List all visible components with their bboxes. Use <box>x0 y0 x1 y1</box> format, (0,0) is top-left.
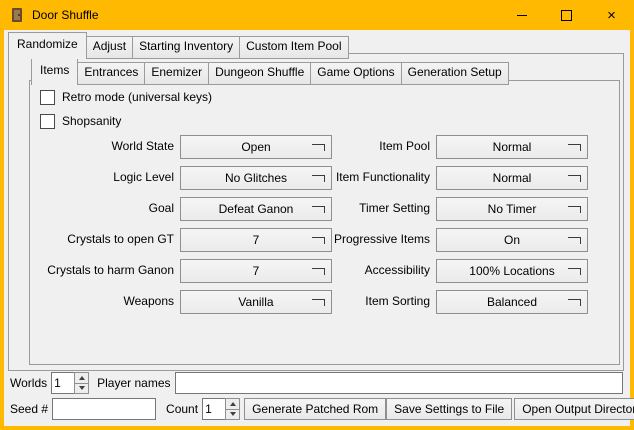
tab-items[interactable]: Items <box>31 58 78 85</box>
close-button[interactable]: × <box>589 0 634 30</box>
maximize-icon <box>561 10 572 21</box>
dropdown-timer-setting[interactable]: No Timer <box>436 197 588 221</box>
count-input[interactable] <box>202 398 225 420</box>
label-timer-setting: Timer Setting <box>290 197 430 219</box>
dropdown-value: 100% Locations <box>469 264 554 278</box>
spin-down-icon <box>230 412 236 416</box>
checkbox-label: Retro mode (universal keys) <box>62 90 212 104</box>
maximize-button[interactable] <box>544 0 589 30</box>
dropdown-accessibility[interactable]: 100% Locations <box>436 259 588 283</box>
spin-up-icon <box>79 376 85 380</box>
label-item-functionality: Item Functionality <box>290 166 430 188</box>
inner-tab-bar: Items Entrances Enemizer Dungeon Shuffle… <box>31 58 509 85</box>
label-goal: Goal <box>30 197 174 219</box>
checkbox-icon <box>40 90 55 105</box>
count-spin-down-button[interactable] <box>225 410 240 421</box>
dropdown-value: Balanced <box>487 295 537 309</box>
seed-input[interactable] <box>52 398 156 420</box>
client-area: Randomize Adjust Starting Inventory Cust… <box>4 30 630 426</box>
minimize-icon <box>517 15 527 16</box>
tab-enemizer[interactable]: Enemizer <box>144 62 209 85</box>
label-crystals-harm-ganon: Crystals to harm Ganon <box>30 259 174 281</box>
dropdown-indicator-icon <box>568 268 581 275</box>
dropdown-value: Defeat Ganon <box>219 202 294 216</box>
dropdown-value: Vanilla <box>238 295 273 309</box>
dropdown-value: No Timer <box>488 202 537 216</box>
worlds-spinner <box>51 372 89 394</box>
tab-entrances[interactable]: Entrances <box>77 62 145 85</box>
spin-down-icon <box>79 386 85 390</box>
tab-generation-setup[interactable]: Generation Setup <box>401 62 509 85</box>
tab-dungeon-shuffle[interactable]: Dungeon Shuffle <box>208 62 311 85</box>
label-logic-level: Logic Level <box>30 166 174 188</box>
tab-starting-inventory[interactable]: Starting Inventory <box>132 36 240 59</box>
dropdown-indicator-icon <box>568 175 581 182</box>
dropdown-item-pool[interactable]: Normal <box>436 135 588 159</box>
dropdown-value: Normal <box>493 171 532 185</box>
player-names-label: Player names <box>97 376 170 390</box>
worlds-spin-up-button[interactable] <box>74 372 89 384</box>
tab-custom-item-pool[interactable]: Custom Item Pool <box>239 36 348 59</box>
checkbox-shopsanity[interactable]: Shopsanity <box>40 113 121 129</box>
spin-up-icon <box>230 402 236 406</box>
generate-rom-button[interactable]: Generate Patched Rom <box>244 398 386 420</box>
count-spinner <box>202 398 240 420</box>
app-window: Door Shuffle × Randomize Adjust Starting… <box>0 0 634 430</box>
count-spin-up-button[interactable] <box>225 398 240 410</box>
player-names-input[interactable] <box>175 372 624 394</box>
checkbox-label: Shopsanity <box>62 114 121 128</box>
label-progressive-items: Progressive Items <box>290 228 430 250</box>
dropdown-item-sorting[interactable]: Balanced <box>436 290 588 314</box>
worlds-label: Worlds <box>10 376 47 390</box>
checkbox-retro-mode[interactable]: Retro mode (universal keys) <box>40 89 212 105</box>
dropdown-indicator-icon <box>568 237 581 244</box>
label-crystals-open-gt: Crystals to open GT <box>30 228 174 250</box>
dropdown-value: Normal <box>493 140 532 154</box>
label-accessibility: Accessibility <box>290 259 430 281</box>
open-output-directory-button[interactable]: Open Output Directory <box>514 398 634 420</box>
dropdown-value: On <box>504 233 520 247</box>
worlds-spin-down-button[interactable] <box>74 384 89 395</box>
tab-adjust[interactable]: Adjust <box>86 36 133 59</box>
tab-game-options[interactable]: Game Options <box>310 62 401 85</box>
save-settings-button[interactable]: Save Settings to File <box>386 398 512 420</box>
label-world-state: World State <box>30 135 174 157</box>
titlebar[interactable]: Door Shuffle × <box>0 0 634 30</box>
dropdown-value: 7 <box>253 233 260 247</box>
dropdown-value: Open <box>241 140 270 154</box>
dropdown-indicator-icon <box>568 206 581 213</box>
seed-label: Seed # <box>10 402 48 416</box>
tab-randomize[interactable]: Randomize <box>8 32 87 59</box>
dropdown-value: No Glitches <box>225 171 287 185</box>
items-panel: Retro mode (universal keys) Shopsanity W… <box>29 80 620 365</box>
close-icon: × <box>607 8 616 23</box>
dropdown-indicator-icon <box>568 144 581 151</box>
count-label: Count <box>166 402 198 416</box>
label-weapons: Weapons <box>30 290 174 312</box>
dropdown-indicator-icon <box>568 299 581 306</box>
window-controls: × <box>499 0 634 30</box>
worlds-input[interactable] <box>51 372 74 394</box>
label-item-pool: Item Pool <box>290 135 430 157</box>
dropdown-value: 7 <box>253 264 260 278</box>
minimize-button[interactable] <box>499 0 544 30</box>
outer-tab-bar: Randomize Adjust Starting Inventory Cust… <box>8 32 349 59</box>
randomize-panel: Items Entrances Enemizer Dungeon Shuffle… <box>8 53 624 371</box>
window-title: Door Shuffle <box>32 8 99 22</box>
dropdown-progressive-items[interactable]: On <box>436 228 588 252</box>
dropdown-item-functionality[interactable]: Normal <box>436 166 588 190</box>
app-icon <box>9 7 25 23</box>
label-item-sorting: Item Sorting <box>290 290 430 312</box>
checkbox-icon <box>40 114 55 129</box>
